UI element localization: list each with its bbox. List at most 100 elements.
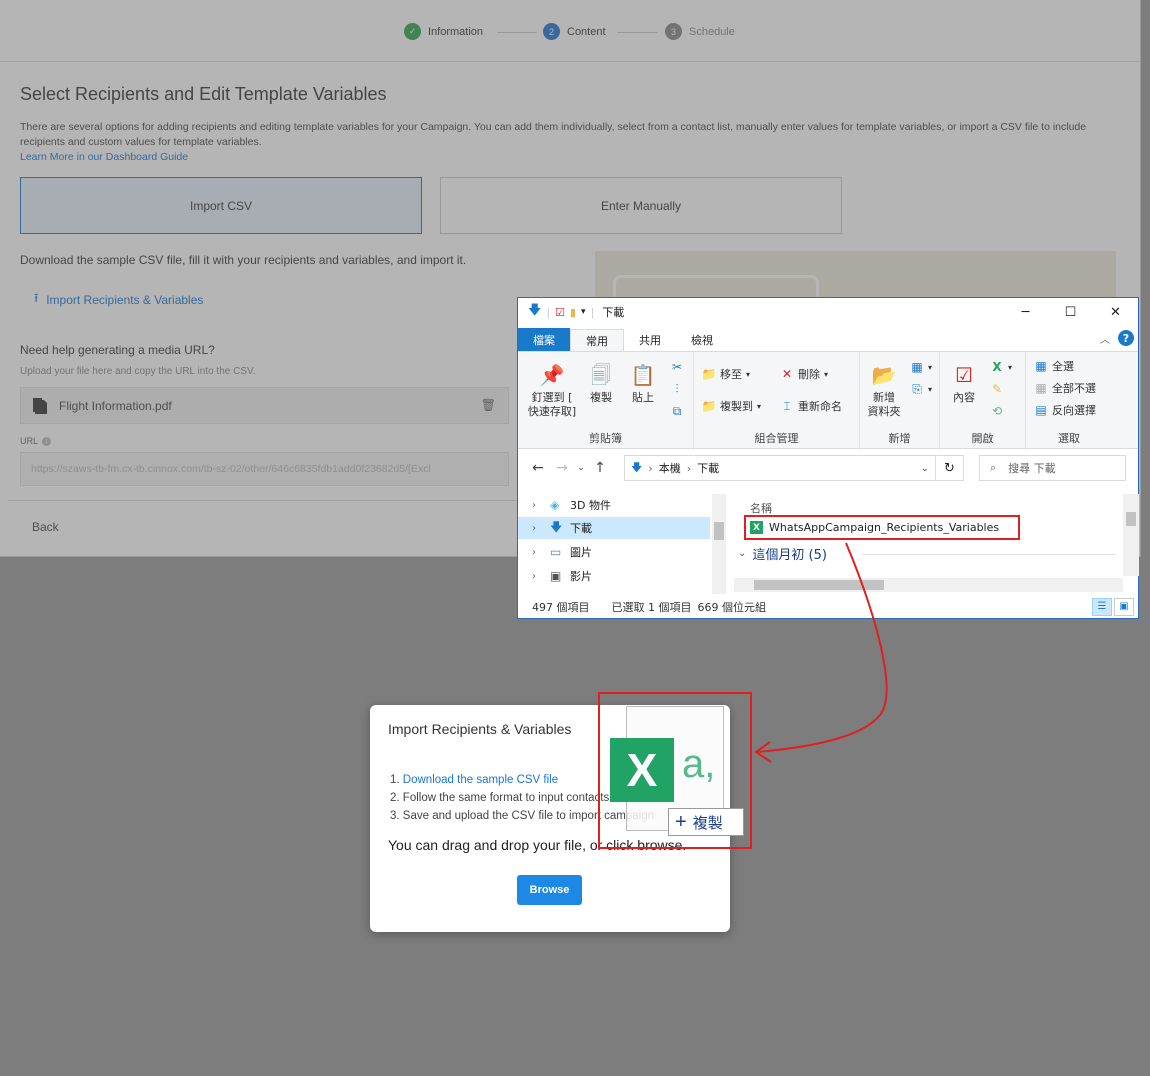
item-count: 497 個項目 [532, 601, 590, 614]
file-explorer-window: 🡇 | ☑ ▮ ▾ | 下載 ─ ☐ ✕ 檔案 常用 共用 檢視 ︿ ? 📌 釘… [517, 297, 1139, 619]
ribbon-group-open: ☑ 內容 X ▾ ✎ ⟲ 開啟 [940, 352, 1026, 450]
invert-selection-button[interactable]: ▤ 反向選擇 [1034, 402, 1096, 418]
selected-count: 已選取 1 個項目 [611, 601, 692, 614]
group-header[interactable]: ⌄ 這個月初 (5) [738, 544, 827, 563]
window-title: 下載 [602, 306, 625, 319]
pin-icon: 📌 [539, 363, 565, 387]
help-icon[interactable]: ? [1118, 330, 1134, 346]
drag-ghost: X a, + 複製 [598, 692, 752, 849]
selected-size: 669 個位元組 [697, 601, 767, 614]
select-none-button[interactable]: ▦ 全部不選 [1034, 380, 1096, 396]
copy-button[interactable]: 🗐 複製 [584, 362, 618, 405]
download-folder-icon: 🡇 [631, 460, 643, 474]
copy-tooltip: + 複製 [668, 808, 744, 836]
breadcrumb-this-pc[interactable]: 本機 [659, 460, 681, 476]
copy-to-button[interactable]: 📁 複製到 ▾ [702, 398, 761, 414]
ribbon-group-select: ▦ 全選 ▦ 全部不選 ▤ 反向選擇 選取 [1026, 352, 1112, 450]
copy-icon: 🗐 [591, 363, 611, 387]
explorer-titlebar[interactable]: 🡇 | ☑ ▮ ▾ | 下載 ─ ☐ ✕ [518, 298, 1138, 326]
group-label: 組合管理 [754, 432, 799, 445]
address-bar-row: ← → ⌄ ↑ 🡇 › 本機 › 下載 ⌄ ↻ ⌕ 搜尋 下載 [518, 451, 1138, 485]
tab-home[interactable]: 常用 [570, 329, 624, 351]
select-all-icon: ▦ [1035, 359, 1047, 373]
forward-arrow-icon[interactable]: → [550, 460, 574, 476]
chevron-down-icon[interactable]: ⌄ [921, 463, 929, 474]
nav-item-pictures[interactable]: › ▭ 圖片 [518, 541, 710, 563]
ribbon: 📌 釘選到 [ 快速存取] 🗐 複製 📋 貼上 ✂ ⫶ ⧉ 剪貼簿 📁 移至▾ [518, 351, 1138, 450]
horizontal-scrollbar[interactable] [734, 578, 1123, 592]
paste-shortcut-icon[interactable]: ⧉ [670, 404, 684, 418]
address-box[interactable]: 🡇 › 本機 › 下載 ⌄ [624, 455, 936, 481]
plus-icon: + [675, 810, 687, 833]
up-arrow-icon[interactable]: ↑ [588, 460, 612, 476]
back-arrow-icon[interactable]: ← [526, 460, 550, 476]
tab-view[interactable]: 檢視 [676, 329, 728, 351]
pin-quick-access-button[interactable]: 📌 釘選到 [ 快速存取] [526, 362, 578, 419]
folder-icon[interactable]: ▮ [570, 306, 576, 319]
quick-access-toolbar: 🡇 | ☑ ▮ ▾ | [528, 301, 594, 323]
breadcrumb-downloads[interactable]: 下載 [697, 460, 719, 476]
new-item-icon[interactable]: ▦ ▾ [910, 360, 932, 374]
invert-selection-icon: ▤ [1035, 403, 1047, 417]
properties-check-icon[interactable]: ☑ [555, 306, 565, 319]
copy-path-icon[interactable]: ⫶ [670, 382, 684, 396]
chevron-down-icon: ⌄ [738, 548, 747, 559]
select-none-icon: ▦ [1035, 381, 1047, 395]
properties-icon: ☑ [955, 363, 973, 387]
refresh-icon[interactable]: ↻ [936, 455, 964, 481]
file-list: 名稱 X WhatsAppCampaign_Recipients_Variabl… [734, 494, 1139, 594]
ribbon-group-organize: 📁 移至 ▾ ✕ 刪除 ▾ 📁 複製到 ▾ ⌶ 重新命名 組合管理 [694, 352, 860, 450]
chevron-down-icon[interactable]: ▾ [581, 307, 586, 317]
edit-icon[interactable]: ✎ [990, 382, 1004, 396]
rename-icon: ⌶ [783, 398, 791, 413]
move-to-icon: 📁 [701, 367, 717, 381]
modal-title: Import Recipients & Variables [388, 721, 572, 737]
nav-item-videos[interactable]: › ▣ 影片 [518, 565, 710, 587]
3d-objects-icon: ◈ [550, 498, 560, 512]
group-label: 剪貼簿 [589, 432, 622, 445]
rename-button[interactable]: ⌶ 重新命名 [780, 398, 842, 414]
paste-icon: 📋 [630, 363, 656, 387]
ribbon-group-new: 📂 新增 資料夾 ▦ ▾ ⎘ ▾ 新增 [860, 352, 940, 450]
navigation-pane: › ◈ 3D 物件 › 🡇 下載 › ▭ 圖片 › ▣ 影片 [518, 494, 728, 594]
nav-item-downloads[interactable]: › 🡇 下載 [518, 517, 710, 539]
open-with-excel-icon[interactable]: X ▾ [990, 360, 1012, 374]
chevron-right-icon[interactable]: › [518, 500, 550, 511]
minimize-button[interactable]: ─ [1003, 298, 1048, 326]
new-folder-button[interactable]: 📂 新增 資料夾 [864, 362, 904, 419]
download-folder-icon: 🡇 [550, 519, 563, 534]
search-icon: ⌕ [990, 461, 997, 474]
select-all-button[interactable]: ▦ 全選 [1034, 358, 1074, 374]
easy-access-icon[interactable]: ⎘ ▾ [910, 382, 932, 396]
chevron-up-icon[interactable]: ︿ [1100, 331, 1110, 346]
maximize-button[interactable]: ☐ [1048, 298, 1093, 326]
move-to-button[interactable]: 📁 移至 ▾ [702, 366, 750, 382]
tab-share[interactable]: 共用 [624, 329, 676, 351]
chevron-right-icon[interactable]: › [518, 547, 550, 558]
selected-file-row[interactable]: X WhatsAppCampaign_Recipients_Variables [744, 515, 1020, 540]
nav-scrollbar[interactable] [712, 494, 726, 594]
details-view-icon[interactable]: ☰ [1092, 598, 1112, 616]
excel-csv-glyph: a, [682, 742, 716, 786]
delete-button[interactable]: ✕ 刪除 ▾ [780, 366, 828, 382]
chevron-right-icon[interactable]: › [518, 523, 550, 534]
nav-item-3d-objects[interactable]: › ◈ 3D 物件 [518, 494, 710, 516]
chevron-right-icon[interactable]: › [518, 571, 550, 582]
properties-button[interactable]: ☑ 內容 [946, 362, 982, 405]
download-arrow-icon: 🡇 [528, 303, 542, 318]
browse-button[interactable]: Browse [517, 875, 582, 905]
modal-step-2: Follow the same format to input contacts [402, 792, 610, 804]
new-folder-icon: 📂 [871, 363, 897, 387]
large-icons-view-icon[interactable]: ▣ [1114, 598, 1134, 616]
paste-button[interactable]: 📋 貼上 [626, 362, 660, 405]
search-input[interactable]: ⌕ 搜尋 下載 [979, 455, 1126, 481]
recent-locations-icon[interactable]: ⌄ [574, 463, 588, 473]
download-sample-link[interactable]: Download the sample CSV file [403, 774, 558, 786]
history-icon[interactable]: ⟲ [990, 404, 1004, 418]
vertical-scrollbar[interactable] [1123, 494, 1139, 576]
close-button[interactable]: ✕ [1093, 298, 1138, 326]
tab-file[interactable]: 檔案 [518, 328, 570, 351]
excel-icon: X [610, 738, 674, 802]
column-header-name[interactable]: 名稱 [750, 500, 772, 516]
cut-icon[interactable]: ✂ [670, 360, 684, 374]
